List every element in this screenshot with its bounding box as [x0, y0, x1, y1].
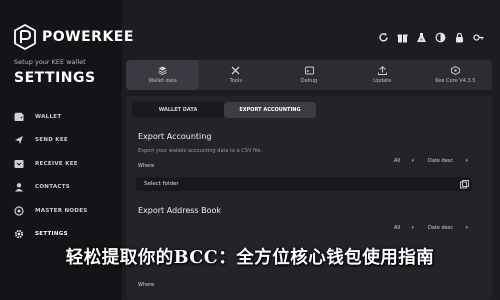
chevron-down-icon: ▾	[411, 158, 414, 164]
wallet-icon	[14, 112, 24, 121]
folder-placeholder: Select folder	[144, 181, 179, 187]
gear-icon	[14, 230, 24, 239]
contacts-icon	[15, 183, 23, 192]
chevron-down-icon: ▾	[465, 225, 468, 231]
update-icon	[377, 66, 387, 75]
powerkee-logo	[14, 24, 36, 50]
subtab-bar: WALLET DATA EXPORT ACCOUNTING	[132, 102, 316, 118]
tab-export-accounting[interactable]: EXPORT ACCOUNTING	[224, 102, 316, 118]
gift-icon[interactable]	[397, 32, 408, 43]
tab-wallet-data-sub[interactable]: WALLET DATA	[132, 102, 224, 118]
export-accounting-subtitle: Export your wallets accounting data to a…	[138, 148, 263, 154]
receive-icon	[14, 159, 24, 168]
tab-label: Kee Core V4.3.5	[435, 78, 476, 84]
sidebar-item-contacts[interactable]: CONTACTS	[14, 176, 114, 200]
kee-core-icon	[450, 66, 460, 75]
contrast-icon[interactable]	[435, 32, 446, 43]
sidebar-item-label: RECEIVE KEE	[35, 160, 78, 167]
sort-value: Date desc	[428, 158, 454, 164]
settings-toolbar: Wallet data Tools Debug Update Kee Core …	[126, 60, 492, 90]
tab-label: Update	[373, 78, 392, 84]
filter-value: All	[394, 158, 401, 164]
sidebar-item-wallet[interactable]: WALLET	[14, 105, 114, 129]
filter-select[interactable]: All ▾	[390, 156, 418, 166]
sidebar-item-label: WALLET	[35, 113, 62, 120]
tab-kee-core[interactable]: Kee Core V4.3.5	[419, 60, 492, 90]
tab-wallet-data[interactable]: Wallet data	[126, 60, 200, 90]
export-address-book-title: Export Address Book	[138, 206, 222, 215]
tools-icon	[231, 66, 240, 75]
sidebar-item-receive-kee[interactable]: RECEIVE KEE	[14, 152, 114, 176]
chevron-down-icon: ▾	[411, 225, 414, 231]
brand[interactable]: POWERKEE	[14, 24, 134, 50]
send-icon	[15, 136, 23, 145]
export-accounting-title: Export Accounting	[138, 132, 212, 141]
sidebar-item-label: SETTINGS	[35, 231, 68, 238]
folder-select-field[interactable]: Select folder	[136, 177, 472, 191]
tab-label: Debug	[300, 78, 318, 84]
filter-select[interactable]: All ▾	[390, 223, 418, 233]
sidebar-item-send-kee[interactable]: SEND KEE	[14, 129, 114, 153]
folder-icon[interactable]	[460, 180, 469, 189]
filter-value: All	[394, 225, 401, 231]
flask-icon[interactable]	[416, 32, 427, 43]
setup-text: Setup your KEE wallet	[14, 58, 86, 66]
sidebar-item-label: MASTER NODES	[35, 207, 88, 214]
sidebar-item-label: SEND KEE	[35, 137, 68, 144]
debug-icon	[304, 66, 314, 75]
refresh-icon[interactable]	[378, 32, 389, 43]
tab-label: Wallet data	[148, 78, 177, 84]
tab-label: Tools	[229, 78, 242, 84]
sort-select[interactable]: Date desc ▾	[424, 223, 472, 233]
chevron-down-icon: ▾	[465, 158, 468, 164]
tab-update[interactable]: Update	[346, 60, 419, 90]
where-label: Where	[138, 163, 155, 169]
lock-icon[interactable]	[454, 32, 465, 43]
where-label: Where	[138, 282, 155, 288]
key-icon[interactable]	[473, 32, 484, 43]
stack-icon	[158, 66, 167, 75]
sidebar-item-label: CONTACTS	[35, 184, 71, 191]
brand-name: POWERKEE	[42, 29, 134, 45]
sidebar-nav: WALLET SEND KEE RECEIVE KEE CONTACTS MAS…	[14, 105, 114, 246]
tab-tools[interactable]: Tools	[199, 60, 272, 90]
overlay-banner: 轻松提取你的BCC：全方位核心钱包使用指南	[65, 247, 435, 268]
master-nodes-icon	[14, 206, 24, 216]
sort-value: Date desc	[428, 225, 454, 231]
tab-debug[interactable]: Debug	[272, 60, 345, 90]
sidebar-item-master-nodes[interactable]: MASTER NODES	[14, 199, 114, 223]
sort-select[interactable]: Date desc ▾	[424, 156, 472, 166]
header-toolbar	[370, 32, 484, 43]
page-title: SETTINGS	[14, 70, 96, 86]
